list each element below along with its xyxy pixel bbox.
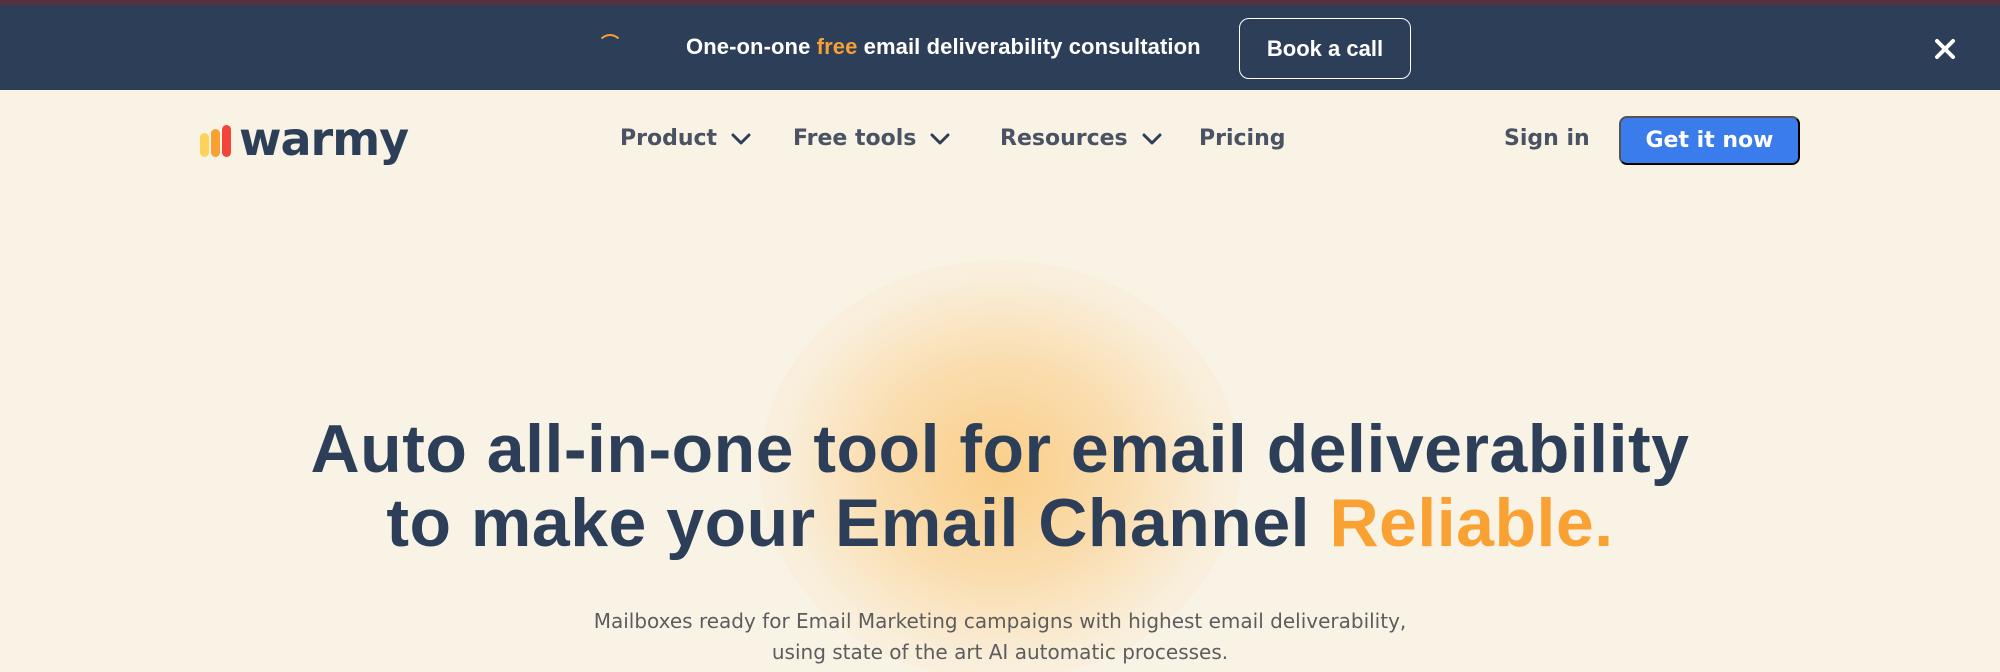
nav-item-label: Product	[620, 126, 718, 151]
chevron-down-icon	[731, 133, 751, 144]
chevron-down-icon	[930, 133, 950, 144]
logo-wordmark: warmy	[239, 112, 409, 166]
hero-subtitle-line1: Mailboxes ready for Email Marketing camp…	[593, 609, 1407, 633]
chevron-down-icon	[1142, 133, 1162, 144]
nav-item-label: Pricing	[1199, 126, 1286, 151]
announcement-bar: One-on-one free email deliverability con…	[0, 6, 2000, 90]
nav-item-label: Resources	[1000, 126, 1128, 151]
nav-item-product[interactable]: Product	[620, 126, 751, 151]
hero-title-accent: Reliable.	[1329, 485, 1614, 561]
sign-in-link[interactable]: Sign in	[1504, 126, 1590, 151]
nav-item-label: Free tools	[793, 126, 917, 151]
hero-subtitle: Mailboxes ready for Email Marketing camp…	[0, 606, 2000, 668]
hero-title-line2: to make your Email Channel	[386, 485, 1330, 561]
announcement-text-after: email deliverability consultation	[857, 34, 1201, 59]
close-announcement-button[interactable]	[1932, 36, 1958, 62]
announcement-text: One-on-one free email deliverability con…	[686, 34, 1201, 60]
book-a-call-button[interactable]: Book a call	[1239, 18, 1411, 79]
hero-title: Auto all-in-one tool for email deliverab…	[0, 412, 2000, 560]
announcement-text-before: One-on-one	[686, 34, 817, 59]
close-icon	[1935, 39, 1955, 59]
nav-item-pricing[interactable]: Pricing	[1199, 126, 1286, 151]
hero-title-line1: Auto all-in-one tool for email deliverab…	[310, 411, 1690, 487]
nav-item-resources[interactable]: Resources	[1000, 126, 1162, 151]
main-navigation: warmy Product Free tools Resources Prici…	[0, 90, 2000, 190]
nav-item-free-tools[interactable]: Free tools	[793, 126, 950, 151]
announcement-highlight: free	[816, 34, 858, 59]
loading-spinner-icon	[597, 34, 623, 60]
warmy-logo[interactable]: warmy	[200, 112, 409, 166]
get-it-now-button[interactable]: Get it now	[1619, 116, 1800, 165]
logo-bars-icon	[200, 125, 231, 157]
hero-subtitle-line2: using state of the art AI automatic proc…	[771, 640, 1229, 664]
